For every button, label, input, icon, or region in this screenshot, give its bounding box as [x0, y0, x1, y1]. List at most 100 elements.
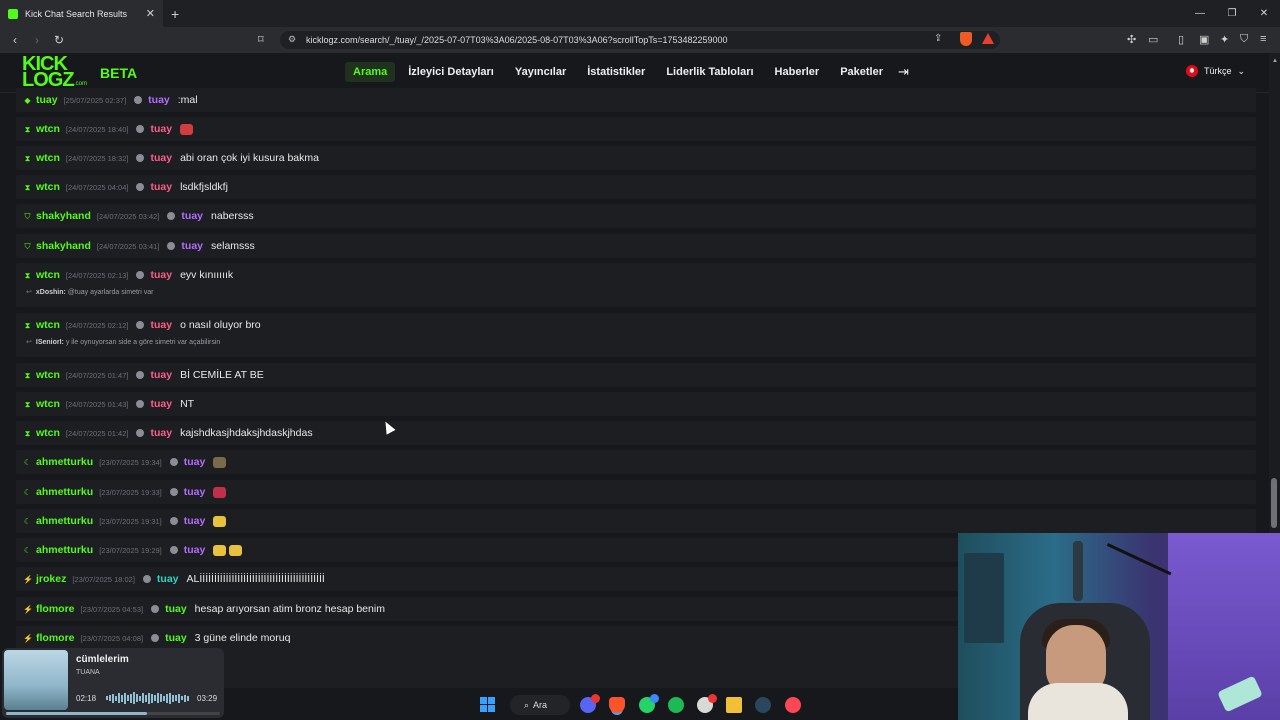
- channel-name[interactable]: tuay: [157, 573, 179, 585]
- channel-name[interactable]: tuay: [148, 94, 170, 106]
- nav-statistics[interactable]: İstatistikler: [579, 62, 653, 82]
- channel-name[interactable]: tuay: [150, 152, 172, 164]
- chat-message-line: ☾ ahmetturku [23/07/2025 19:33] tuay: [23, 480, 229, 504]
- logo-suffix: .com: [74, 81, 88, 87]
- bookmark-icon[interactable]: ⌑: [258, 33, 264, 46]
- lightning-badge-icon: ⚡: [23, 633, 33, 643]
- moon-badge-icon: ☾: [23, 545, 32, 555]
- sender-username[interactable]: ahmetturku: [36, 456, 93, 468]
- scrollbar[interactable]: [1269, 53, 1280, 535]
- sidebar-icon[interactable]: ▯: [1178, 33, 1184, 46]
- discord-icon[interactable]: [580, 694, 600, 713]
- maximize-icon[interactable]: ❐: [1216, 0, 1248, 27]
- channel-name[interactable]: tuay: [181, 240, 203, 252]
- emote-icon: [213, 486, 227, 498]
- scrollbar-thumb[interactable]: [1271, 478, 1277, 528]
- scroll-up-icon[interactable]: ▲: [1272, 58, 1278, 64]
- sender-username[interactable]: wtcn: [36, 427, 60, 439]
- sender-username[interactable]: flomore: [36, 632, 75, 644]
- close-window-icon[interactable]: ✕: [1248, 0, 1280, 27]
- chat-message-row: ⧗ wtcn [24/07/2025 04:04] tuay lsdkfjsldkfj: [16, 175, 1256, 199]
- wallet-icon[interactable]: ▣: [1199, 33, 1209, 46]
- brave-icon[interactable]: [609, 697, 625, 713]
- extensions-icon[interactable]: ✣: [1127, 33, 1136, 46]
- spotify-icon[interactable]: [668, 697, 684, 713]
- channel-name[interactable]: tuay: [150, 269, 172, 281]
- webcam-guitar: [1073, 541, 1083, 601]
- sender-username[interactable]: wtcn: [36, 123, 60, 135]
- address-bar[interactable]: ⚙ kicklogz.com/search/_/tuay/_/2025-07-0…: [280, 31, 1000, 49]
- sender-username[interactable]: wtcn: [36, 269, 60, 281]
- sender-username[interactable]: wtcn: [36, 181, 60, 193]
- valorant-icon[interactable]: [785, 697, 801, 713]
- sender-username[interactable]: wtcn: [36, 319, 60, 331]
- channel-name[interactable]: tuay: [165, 632, 187, 644]
- sender-username[interactable]: flomore: [36, 603, 75, 615]
- message-timestamp: [24/07/2025 01:43]: [65, 399, 129, 409]
- whatsapp-icon[interactable]: [639, 694, 659, 713]
- leo-ai-icon[interactable]: ✦: [1220, 33, 1229, 46]
- site-info-icon[interactable]: ⚙: [288, 34, 296, 45]
- close-tab-icon[interactable]: ✕: [146, 7, 155, 20]
- sender-username[interactable]: wtcn: [36, 398, 60, 410]
- message-text: nabersss: [211, 210, 254, 222]
- chatgpt-icon[interactable]: [697, 694, 717, 713]
- login-icon[interactable]: ⇥: [898, 64, 909, 80]
- channel-avatar-icon: [136, 371, 145, 379]
- channel-name[interactable]: tuay: [150, 398, 172, 410]
- reply-username: xDoshin:: [35, 289, 66, 296]
- windows-start-icon[interactable]: [480, 697, 495, 712]
- taskbar-search[interactable]: ⌕ Ara: [510, 695, 570, 715]
- message-timestamp: [24/07/2025 01:42]: [65, 428, 129, 438]
- nav-news[interactable]: Haberler: [767, 62, 828, 82]
- back-icon[interactable]: ‹: [4, 33, 26, 47]
- sender-username[interactable]: ahmetturku: [36, 486, 93, 498]
- sender-username[interactable]: shakyhand: [36, 210, 91, 222]
- sender-username[interactable]: ahmetturku: [36, 544, 93, 556]
- brave-shield-icon[interactable]: [960, 32, 972, 46]
- chat-message-row: ⛉ shakyhand [24/07/2025 03:41] tuay selamsss: [16, 234, 1256, 258]
- language-label: Türkçe: [1204, 66, 1232, 76]
- sender-username[interactable]: jrokez: [36, 573, 66, 585]
- channel-name[interactable]: tuay: [165, 603, 187, 615]
- channel-name[interactable]: tuay: [150, 369, 172, 381]
- reload-icon[interactable]: ↻: [48, 33, 70, 47]
- nav-leaderboards[interactable]: Liderlik Tabloları: [658, 62, 761, 82]
- chat-message-row: ⧗ wtcn [24/07/2025 01:47] tuay Bİ CEMİLE AT …: [16, 363, 1256, 387]
- sender-username[interactable]: shakyhand: [36, 240, 91, 252]
- message-timestamp: [23/07/2025 04:08]: [80, 633, 144, 643]
- nav-search[interactable]: Arama: [345, 62, 396, 82]
- reading-list-icon[interactable]: ▭: [1148, 33, 1158, 46]
- steam-icon[interactable]: [755, 697, 771, 713]
- channel-name[interactable]: tuay: [150, 319, 172, 331]
- nav-packages[interactable]: Paketler: [832, 62, 891, 82]
- brave-rewards-icon[interactable]: [982, 33, 994, 44]
- channel-name[interactable]: tuay: [150, 123, 172, 135]
- channel-name[interactable]: tuay: [184, 456, 206, 468]
- language-selector[interactable]: Türkçe ⌄: [1186, 65, 1245, 77]
- chat-message-row: ☾ ahmetturku [23/07/2025 19:34] tuay: [16, 450, 1256, 474]
- hourglass-badge-icon: ⧗: [24, 399, 31, 409]
- minimize-icon[interactable]: —: [1184, 0, 1216, 27]
- browser-tab-active[interactable]: Kick Chat Search Results ✕: [0, 0, 163, 27]
- channel-name[interactable]: tuay: [184, 544, 206, 556]
- menu-icon[interactable]: ≡: [1260, 33, 1266, 45]
- nav-viewer-details[interactable]: İzleyici Detayları: [400, 62, 502, 82]
- new-tab-icon[interactable]: +: [171, 6, 179, 22]
- share-icon[interactable]: ⇪: [934, 33, 942, 44]
- sender-username[interactable]: wtcn: [36, 152, 60, 164]
- channel-name[interactable]: tuay: [184, 486, 206, 498]
- channel-name[interactable]: tuay: [181, 210, 203, 222]
- nav-streamers[interactable]: Yayıncılar: [507, 62, 574, 82]
- channel-name[interactable]: tuay: [150, 427, 172, 439]
- forward-icon[interactable]: ›: [26, 33, 48, 47]
- file-explorer-icon[interactable]: [726, 697, 742, 713]
- channel-name[interactable]: tuay: [150, 181, 172, 193]
- sender-username[interactable]: tuay: [36, 94, 58, 106]
- sender-username[interactable]: wtcn: [36, 369, 60, 381]
- sender-username[interactable]: ahmetturku: [36, 515, 93, 527]
- vpn-icon[interactable]: ⛉: [1240, 33, 1248, 46]
- channel-name[interactable]: tuay: [184, 515, 206, 527]
- hourglass-badge-icon: ⧗: [24, 270, 31, 280]
- kicklogz-logo[interactable]: KICK LOGZ .com: [22, 54, 90, 91]
